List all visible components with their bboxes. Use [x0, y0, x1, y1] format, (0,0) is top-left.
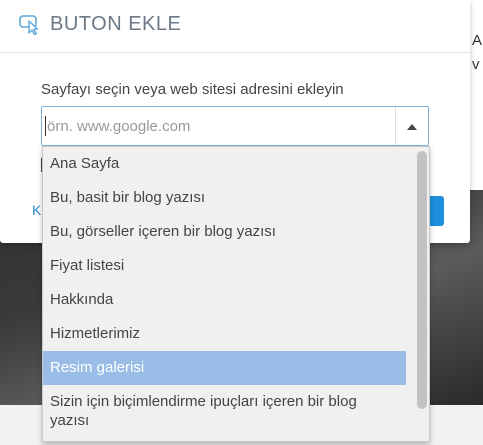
- dropdown-item[interactable]: Fiyat listesi: [43, 249, 406, 283]
- dropdown-item[interactable]: Bu, basit bir blog yazısı: [43, 181, 406, 215]
- cancel-button[interactable]: K: [32, 202, 41, 218]
- link-field-label: Sayfayı seçin veya web sitesi adresini e…: [41, 81, 344, 98]
- link-combobox[interactable]: [41, 106, 429, 146]
- backdrop-text-card: A v: [470, 0, 483, 190]
- page-dropdown-list[interactable]: Ana Sayfa Bu, basit bir blog yazısı Bu, …: [42, 146, 430, 442]
- text-cursor: [45, 116, 46, 136]
- dropdown-toggle-button[interactable]: [395, 107, 428, 145]
- backdrop-text-fragment: A: [472, 32, 483, 49]
- cursor-click-icon: [19, 15, 39, 36]
- dialog-title: BUTON EKLE: [50, 13, 182, 35]
- dropdown-scrollbar[interactable]: [417, 151, 427, 409]
- confirm-button[interactable]: [429, 196, 444, 226]
- dropdown-item[interactable]: Ana Sayfa: [43, 147, 406, 181]
- url-input[interactable]: [43, 108, 397, 144]
- backdrop-text-fragment: v: [472, 56, 480, 73]
- dialog-header: BUTON EKLE: [0, 0, 470, 53]
- dropdown-item[interactable]: Sizin için biçimlendirme ipuçları içeren…: [43, 385, 406, 438]
- dropdown-item-selected[interactable]: Resim galerisi: [43, 351, 406, 385]
- dropdown-item[interactable]: Bu, görseller içeren bir blog yazısı: [43, 215, 406, 249]
- dropdown-item[interactable]: Hakkında: [43, 283, 406, 317]
- caret-up-icon: [407, 124, 417, 130]
- dropdown-item[interactable]: Hizmetlerimiz: [43, 317, 406, 351]
